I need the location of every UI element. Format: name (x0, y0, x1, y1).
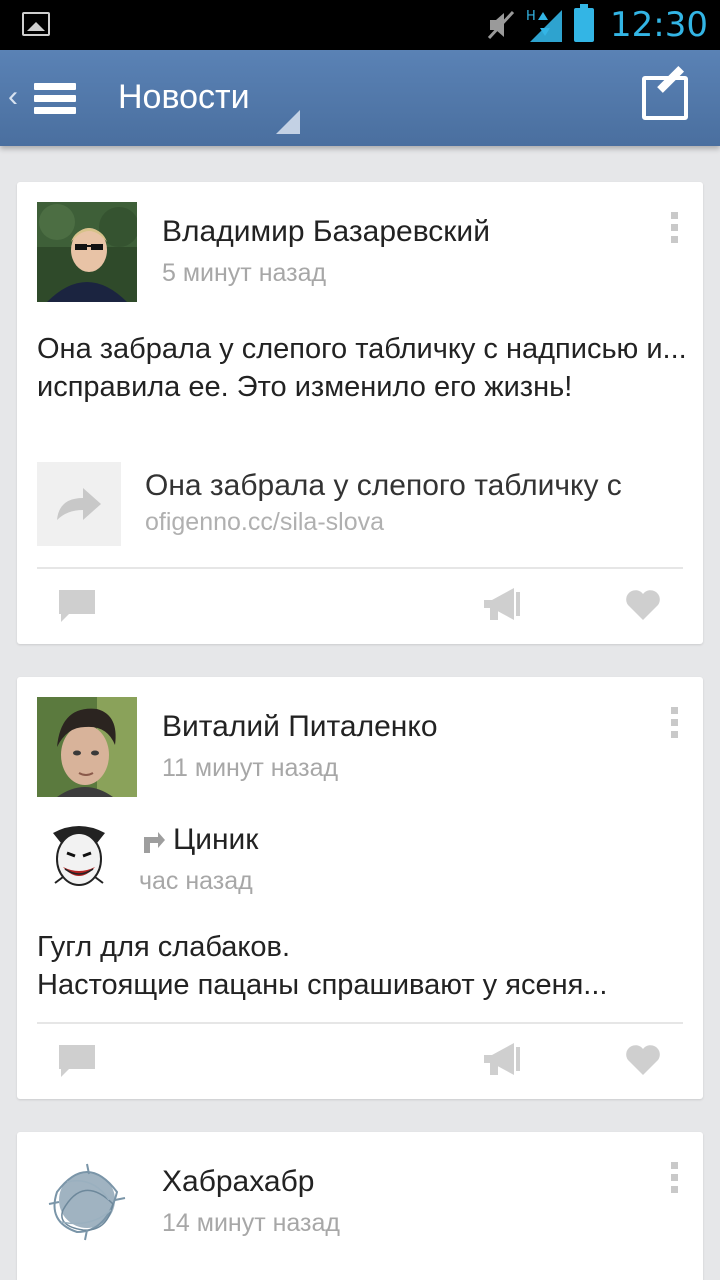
post-card: Хабрахабр 14 минут назад (17, 1132, 703, 1280)
repost-icon (144, 832, 165, 853)
comment-icon[interactable] (57, 588, 97, 624)
heart-icon[interactable] (624, 1043, 662, 1077)
post-card: Владимир Базаревский 5 минут назад Она з… (17, 182, 703, 644)
author-name[interactable]: Хабрахабр (162, 1165, 314, 1199)
link-title[interactable]: Она забрала у слепого табличку с (145, 469, 685, 503)
post-time: 11 минут назад (162, 754, 339, 782)
compose-button[interactable] (642, 76, 688, 120)
signal-icon: H (526, 9, 563, 42)
author-avatar[interactable] (37, 697, 137, 797)
link-url[interactable]: ofigenno.cc/sila-slova (145, 508, 384, 537)
author-avatar[interactable] (37, 202, 139, 302)
repost-time: час назад (139, 867, 253, 895)
post-text-line: Гугл для слабаков. (37, 931, 291, 963)
post-text: Она забрала у слепого табличку с надпись… (37, 333, 687, 403)
gallery-notification-icon (22, 12, 50, 36)
dropdown-indicator-icon[interactable] (276, 110, 300, 134)
status-icons: H 12:30 (486, 0, 708, 50)
more-vert-icon[interactable] (671, 1162, 679, 1198)
battery-icon (574, 4, 595, 42)
page-title[interactable]: Новости (118, 78, 250, 117)
divider (37, 1022, 683, 1024)
post-text-line: Настоящие пацаны спрашивают у ясеня... (37, 969, 608, 1001)
status-bar: H 12:30 (0, 0, 720, 50)
menu-icon[interactable] (34, 83, 76, 115)
megaphone-icon[interactable] (482, 586, 522, 622)
network-label: H (526, 9, 536, 24)
megaphone-icon[interactable] (482, 1041, 522, 1077)
share-arrow-icon (57, 488, 101, 520)
post-time: 5 минут назад (162, 259, 327, 287)
action-bar: ‹ Новости (0, 50, 720, 146)
more-vert-icon[interactable] (671, 212, 679, 248)
author-name[interactable]: Виталий Питаленко (162, 710, 438, 744)
more-vert-icon[interactable] (671, 707, 679, 743)
link-thumbnail[interactable] (37, 462, 121, 546)
clock: 12:30 (610, 5, 708, 45)
repost-avatar[interactable] (39, 817, 119, 897)
divider (37, 567, 683, 569)
comment-icon[interactable] (57, 1043, 97, 1079)
post-time: 14 минут назад (162, 1209, 340, 1237)
post-text: Гугл для слабаков. Настоящие пацаны спра… (37, 928, 697, 1004)
mute-icon (487, 10, 515, 40)
author-name[interactable]: Владимир Базаревский (162, 215, 490, 249)
heart-icon[interactable] (624, 588, 662, 622)
author-avatar[interactable] (37, 1152, 137, 1252)
post-card: Виталий Питаленко 11 минут назад Циник ч… (17, 677, 703, 1099)
repost-source-name[interactable]: Циник (173, 823, 258, 857)
back-chevron-icon[interactable]: ‹ (8, 80, 18, 114)
